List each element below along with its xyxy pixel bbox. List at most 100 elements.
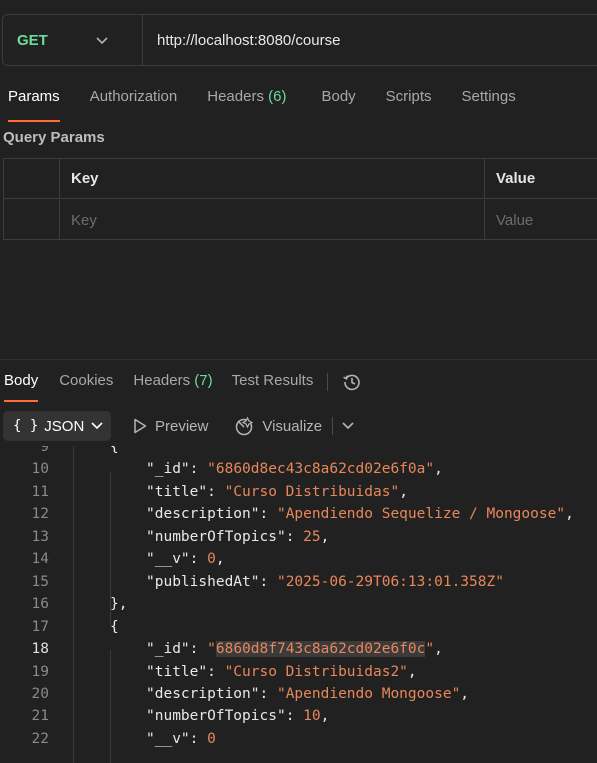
chevron-down-icon	[96, 33, 108, 48]
table-row: Key Value	[4, 200, 597, 240]
tab-cookies[interactable]: Cookies	[59, 372, 113, 400]
visualize-icon	[236, 416, 254, 436]
json-value: "Curso Distribuidas2"	[224, 663, 408, 680]
method-selector[interactable]: GET	[3, 15, 143, 65]
tab-scripts[interactable]: Scripts	[386, 88, 432, 120]
code-content: "_id": "6860d8ec43c8a62cd02e6f0a",	[146, 461, 443, 477]
json-key: "numberOfTopics"	[146, 708, 286, 725]
tab-test-results[interactable]: Test Results	[232, 372, 314, 400]
json-punctuation: :	[189, 730, 208, 747]
json-value: "2025-06-29T06:13:01.358Z"	[276, 573, 504, 590]
json-punctuation: :	[259, 685, 277, 702]
tab-settings[interactable]: Settings	[462, 88, 516, 120]
json-punctuation: ,	[407, 663, 417, 680]
json-key: "publishedAt"	[146, 573, 260, 590]
code-content: {	[110, 619, 119, 635]
tab-response-body[interactable]: Body	[4, 372, 39, 402]
response-tabs: Body Cookies Headers (7) Test Results	[0, 372, 362, 402]
value-input[interactable]: Value	[485, 200, 597, 240]
tab-label: Cookies	[59, 372, 114, 389]
table-header-row: Key Value	[4, 159, 597, 199]
code-line: 14 "__v": 0,	[0, 551, 597, 573]
code-content: "numberOfTopics": 10,	[146, 708, 329, 724]
code-content: "__v": 0,	[146, 551, 225, 567]
json-value: "6860d8ec43c8a62cd02e6f0a"	[207, 461, 435, 478]
format-json-button[interactable]: { } JSON	[3, 411, 111, 441]
json-punctuation: ,	[320, 528, 330, 545]
code-content: },	[110, 596, 127, 612]
tab-label: Body	[321, 88, 356, 105]
key-input[interactable]: Key	[60, 200, 485, 240]
code-line: 12 "description": "Apendiendo Sequelize /…	[0, 506, 597, 528]
line-number: 21	[31, 708, 49, 725]
json-value: 0	[207, 730, 216, 747]
json-punctuation: :	[189, 641, 208, 658]
tab-label: Headers	[133, 372, 191, 389]
code-content: "publishedAt": "2025-06-29T06:13:01.358Z…	[146, 574, 504, 590]
line-number: 14	[31, 551, 49, 568]
code-line: 10 "_id": "6860d8ec43c8a62cd02e6f0a",	[0, 461, 597, 483]
tab-headers[interactable]: Headers (6)	[207, 88, 286, 120]
json-punctuation: :	[189, 461, 208, 478]
tab-body[interactable]: Body	[321, 88, 355, 120]
tab-label: Settings	[461, 88, 516, 105]
json-punctuation: ,	[434, 461, 443, 478]
json-punctuation: {	[110, 618, 119, 635]
json-punctuation: ,	[434, 641, 443, 658]
visualize-button[interactable]: Visualize	[234, 416, 322, 436]
json-value: "Apendiendo Mongoose"	[276, 685, 461, 702]
code-line: 22 "__v": 0	[0, 731, 597, 753]
line-number: 12	[31, 506, 49, 523]
tab-count-badge: (7)	[194, 372, 213, 389]
json-key: "description"	[146, 685, 260, 702]
braces-icon: { }	[13, 418, 39, 434]
code-line: 9{	[0, 446, 597, 461]
json-punctuation: ,	[215, 551, 225, 568]
json-value: 25	[303, 528, 321, 545]
json-key: "title"	[146, 483, 208, 500]
line-number: 10	[31, 461, 49, 478]
line-number: 18	[31, 641, 49, 658]
json-key: "description"	[146, 506, 260, 523]
tab-label: Scripts	[385, 88, 432, 105]
line-number: 15	[31, 573, 49, 590]
json-key: "__v"	[146, 551, 190, 568]
code-line: 15 "publishedAt": "2025-06-29T06:13:01.35…	[0, 574, 597, 596]
line-number: 17	[31, 618, 49, 635]
code-content: "numberOfTopics": 25,	[146, 529, 329, 545]
query-params-title: Query Params	[3, 129, 105, 146]
chevron-down-icon	[91, 419, 103, 433]
code-line: 13 "numberOfTopics": 25,	[0, 529, 597, 551]
tab-label: Test Results	[231, 372, 314, 389]
json-key: "__v"	[146, 730, 190, 747]
code-content: {	[110, 446, 119, 455]
code-content: "description": "Apendiendo Sequelize / M…	[146, 506, 574, 522]
tab-params[interactable]: Params	[8, 88, 60, 122]
checkbox-column-header	[4, 159, 60, 198]
json-string: "	[207, 641, 216, 658]
divider	[327, 373, 329, 391]
row-checkbox-cell	[4, 200, 60, 240]
json-punctuation: ,	[460, 685, 470, 702]
history-icon[interactable]	[342, 372, 362, 392]
code-line: 11 "title": "Curso Distribuidas",	[0, 484, 597, 506]
response-divider[interactable]	[0, 359, 597, 360]
tab-authorization[interactable]: Authorization	[90, 88, 178, 120]
line-number: 19	[31, 663, 49, 680]
response-body-editor[interactable]: 9{10 "_id": "6860d8ec43c8a62cd02e6f0a", 11…	[0, 446, 597, 763]
visualize-label: Visualize	[262, 417, 323, 435]
play-icon	[134, 418, 147, 434]
code-line: 19 "title": "Curso Distribuidas2",	[0, 664, 597, 686]
tab-label: Authorization	[89, 88, 178, 105]
code-content: "__v": 0	[146, 731, 216, 747]
chevron-down-icon[interactable]	[342, 419, 354, 433]
preview-button[interactable]: Preview	[133, 418, 208, 435]
json-punctuation: :	[285, 708, 304, 725]
code-line: 21 "numberOfTopics": 10,	[0, 708, 597, 730]
tab-response-headers[interactable]: Headers (7)	[133, 372, 212, 400]
url-input[interactable]: http://localhost:8080/course	[143, 32, 340, 49]
code-line: 16},	[0, 596, 597, 618]
code-content: "title": "Curso Distribuidas2",	[146, 664, 417, 680]
url-bar: GET http://localhost:8080/course	[2, 14, 597, 66]
json-punctuation: :	[259, 506, 277, 523]
